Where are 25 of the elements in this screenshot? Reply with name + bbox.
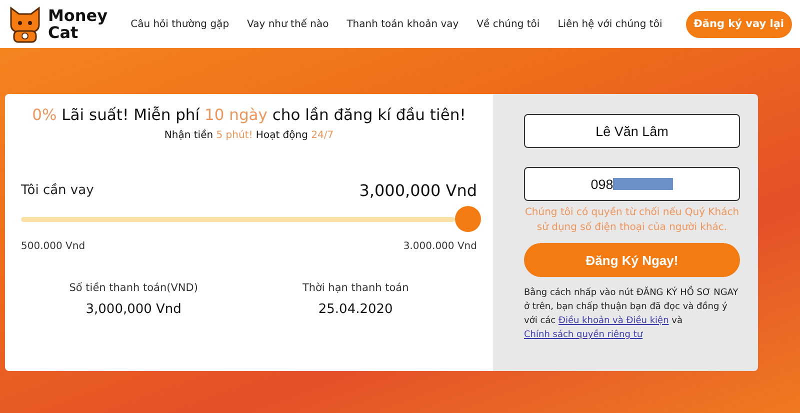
summary-label: Thời hạn thanh toán — [302, 282, 409, 294]
loan-label: Tôi cần vay — [21, 183, 94, 198]
loan-amount: 3,000,000 Vnd — [359, 181, 477, 200]
nav-link[interactable]: Về chúng tôi — [476, 18, 540, 30]
terms-link[interactable]: Điều khoản và Điều kiện — [558, 316, 669, 326]
nav-link[interactable]: Câu hỏi thường gặp — [130, 18, 230, 30]
summary-value: 25.04.2020 — [318, 302, 393, 317]
legal-notice: Bằng cách nhấp vào nút ĐĂNG KÝ HỒ SƠ NGAY ở trên, bạn chấp thuận bạn đã đọc và đồng ý với các Điều khoản và Điều kiện và Chính sách quyền riêng tư — [524, 286, 740, 342]
name-field[interactable]: Lê Văn Lâm — [524, 114, 740, 148]
summary-label: Số tiền thanh toán(VND) — [69, 282, 198, 294]
cat-logo-icon — [8, 5, 42, 43]
nav-link[interactable]: Thanh toán khoản vay — [346, 18, 459, 30]
phone-field[interactable]: 098 — [524, 167, 740, 201]
slider-max-label: 3.000.000 Vnd — [403, 241, 477, 252]
offer-headline: 0% Lãi suất! Miễn phí 10 ngày cho lần đăng kí đầu tiên! — [31, 106, 467, 124]
phone-warning: Chúng tôi có quyền từ chối nếu Quý Khách sử dụng số điện thoại của người khác. — [524, 206, 740, 235]
slider-thumb[interactable] — [455, 206, 481, 232]
slider-min-label: 500.000 Vnd — [21, 241, 86, 252]
terms-link[interactable]: Chính sách quyền riêng tư — [524, 330, 643, 340]
nav-link[interactable]: Liên hệ với chúng tôi — [558, 18, 662, 30]
logo-text: Cat — [48, 24, 78, 41]
nav-link[interactable]: Vay như thế nào — [247, 18, 329, 30]
offer-subline: Nhận tiền 5 phút! Hoạt động 24/7 — [163, 130, 335, 141]
summary-value: 3,000,000 Vnd — [86, 302, 182, 317]
logo-text: Money — [48, 7, 108, 24]
